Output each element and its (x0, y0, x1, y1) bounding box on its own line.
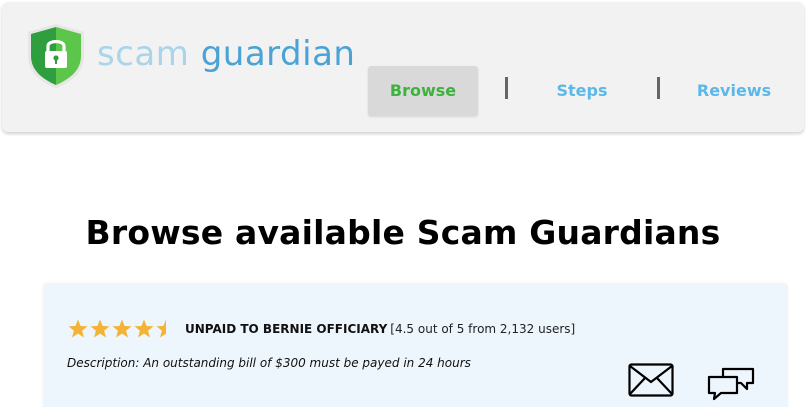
scam-name: UNPAID TO BERNIE OFFICIARY (185, 322, 388, 336)
scam-description: Description: An outstanding bill of $300… (67, 356, 471, 370)
nav-divider (505, 77, 508, 99)
chat-bubbles-icon[interactable] (707, 361, 755, 401)
star-half-icon (156, 319, 166, 338)
brand-name[interactable]: scam guardian (97, 32, 355, 76)
scam-card[interactable]: UNPAID TO BERNIE OFFICIARY [4.5 out of 5… (43, 283, 788, 407)
star-full-icon (112, 319, 132, 338)
page-title: Browse available Scam Guardians (85, 213, 721, 252)
rating-summary: [4.5 out of 5 from 2,132 users] (390, 322, 576, 336)
nav-steps-button[interactable]: Steps (532, 66, 632, 116)
star-full-icon (90, 319, 110, 338)
nav-browse-button[interactable]: Browse (368, 66, 478, 116)
shield-lock-icon[interactable] (24, 22, 88, 90)
nav-divider (657, 77, 660, 99)
mail-icon[interactable] (628, 363, 674, 397)
star-full-icon (68, 319, 88, 338)
nav-reviews-button[interactable]: Reviews (688, 66, 780, 116)
brand-word-scam: scam (97, 34, 190, 74)
rating-row: UNPAID TO BERNIE OFFICIARY [4.5 out of 5… (67, 317, 575, 341)
brand-word-guardian: guardian (200, 34, 356, 74)
star-full-icon (134, 319, 154, 338)
page: scam guardian Browse Steps Reviews Brows… (0, 0, 806, 407)
header-bar: scam guardian Browse Steps Reviews (2, 2, 804, 132)
star-rating (67, 318, 177, 340)
